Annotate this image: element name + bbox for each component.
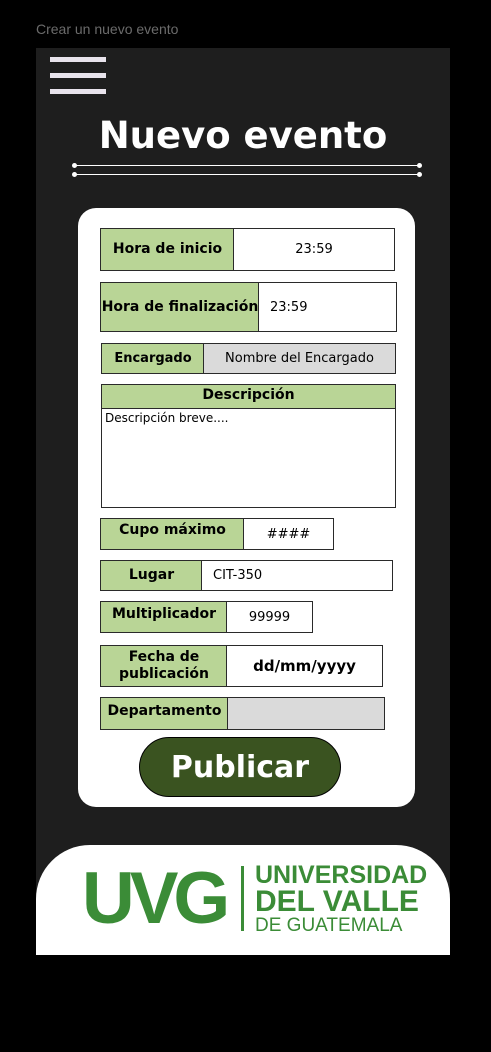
menu-bar: [50, 57, 106, 62]
hamburger-menu-icon[interactable]: [50, 57, 106, 95]
page-title: Nuevo evento: [98, 114, 388, 157]
multiplier-label: Multiplicador: [100, 601, 228, 633]
publish-date-label-line2: publicación: [118, 666, 210, 682]
publish-date-label: Fecha de publicación: [100, 645, 228, 687]
max-capacity-label: Cupo máximo: [100, 518, 245, 550]
manager-label: Encargado: [101, 343, 205, 374]
department-label: Departamento: [100, 697, 229, 730]
logo-line-3: DE GUATEMALA: [255, 915, 403, 936]
menu-bar: [50, 73, 106, 78]
description-textarea[interactable]: Descripción breve....: [101, 409, 396, 508]
start-time-label: Hora de inicio: [100, 228, 235, 271]
description-label: Descripción: [101, 384, 396, 409]
end-time-input[interactable]: 23:59: [258, 282, 397, 332]
event-form-card: Hora de inicio 23:59 Hora de finalizació…: [78, 208, 415, 807]
start-time-input[interactable]: 23:59: [233, 228, 395, 271]
logo-line-2: DEL VALLE: [255, 885, 419, 918]
multiplier-input[interactable]: 99999: [226, 601, 313, 633]
logo-separator: [241, 866, 244, 931]
title-divider-top: [72, 163, 422, 168]
max-capacity-input[interactable]: ####: [243, 518, 334, 550]
frame-title: Crear un nuevo evento: [36, 21, 179, 37]
place-input[interactable]: CIT-350: [201, 560, 393, 591]
end-time-label: Hora de finalización: [100, 282, 260, 332]
manager-input[interactable]: Nombre del Encargado: [203, 343, 396, 374]
footer-logo-area: UVG UNIVERSIDAD DEL VALLE DE GUATEMALA: [36, 845, 450, 955]
publish-date-input[interactable]: dd/mm/yyyy: [226, 645, 383, 687]
title-divider-bottom: [72, 172, 422, 177]
department-select[interactable]: [227, 697, 385, 730]
publish-button[interactable]: Publicar: [139, 737, 341, 797]
uvg-logo-text: UVG: [82, 858, 230, 939]
phone-screen: Nuevo evento Hora de inicio 23:59 Hora d…: [36, 48, 450, 955]
place-label: Lugar: [100, 560, 203, 591]
menu-bar: [50, 89, 106, 94]
publish-date-label-line1: Fecha de: [128, 649, 200, 665]
